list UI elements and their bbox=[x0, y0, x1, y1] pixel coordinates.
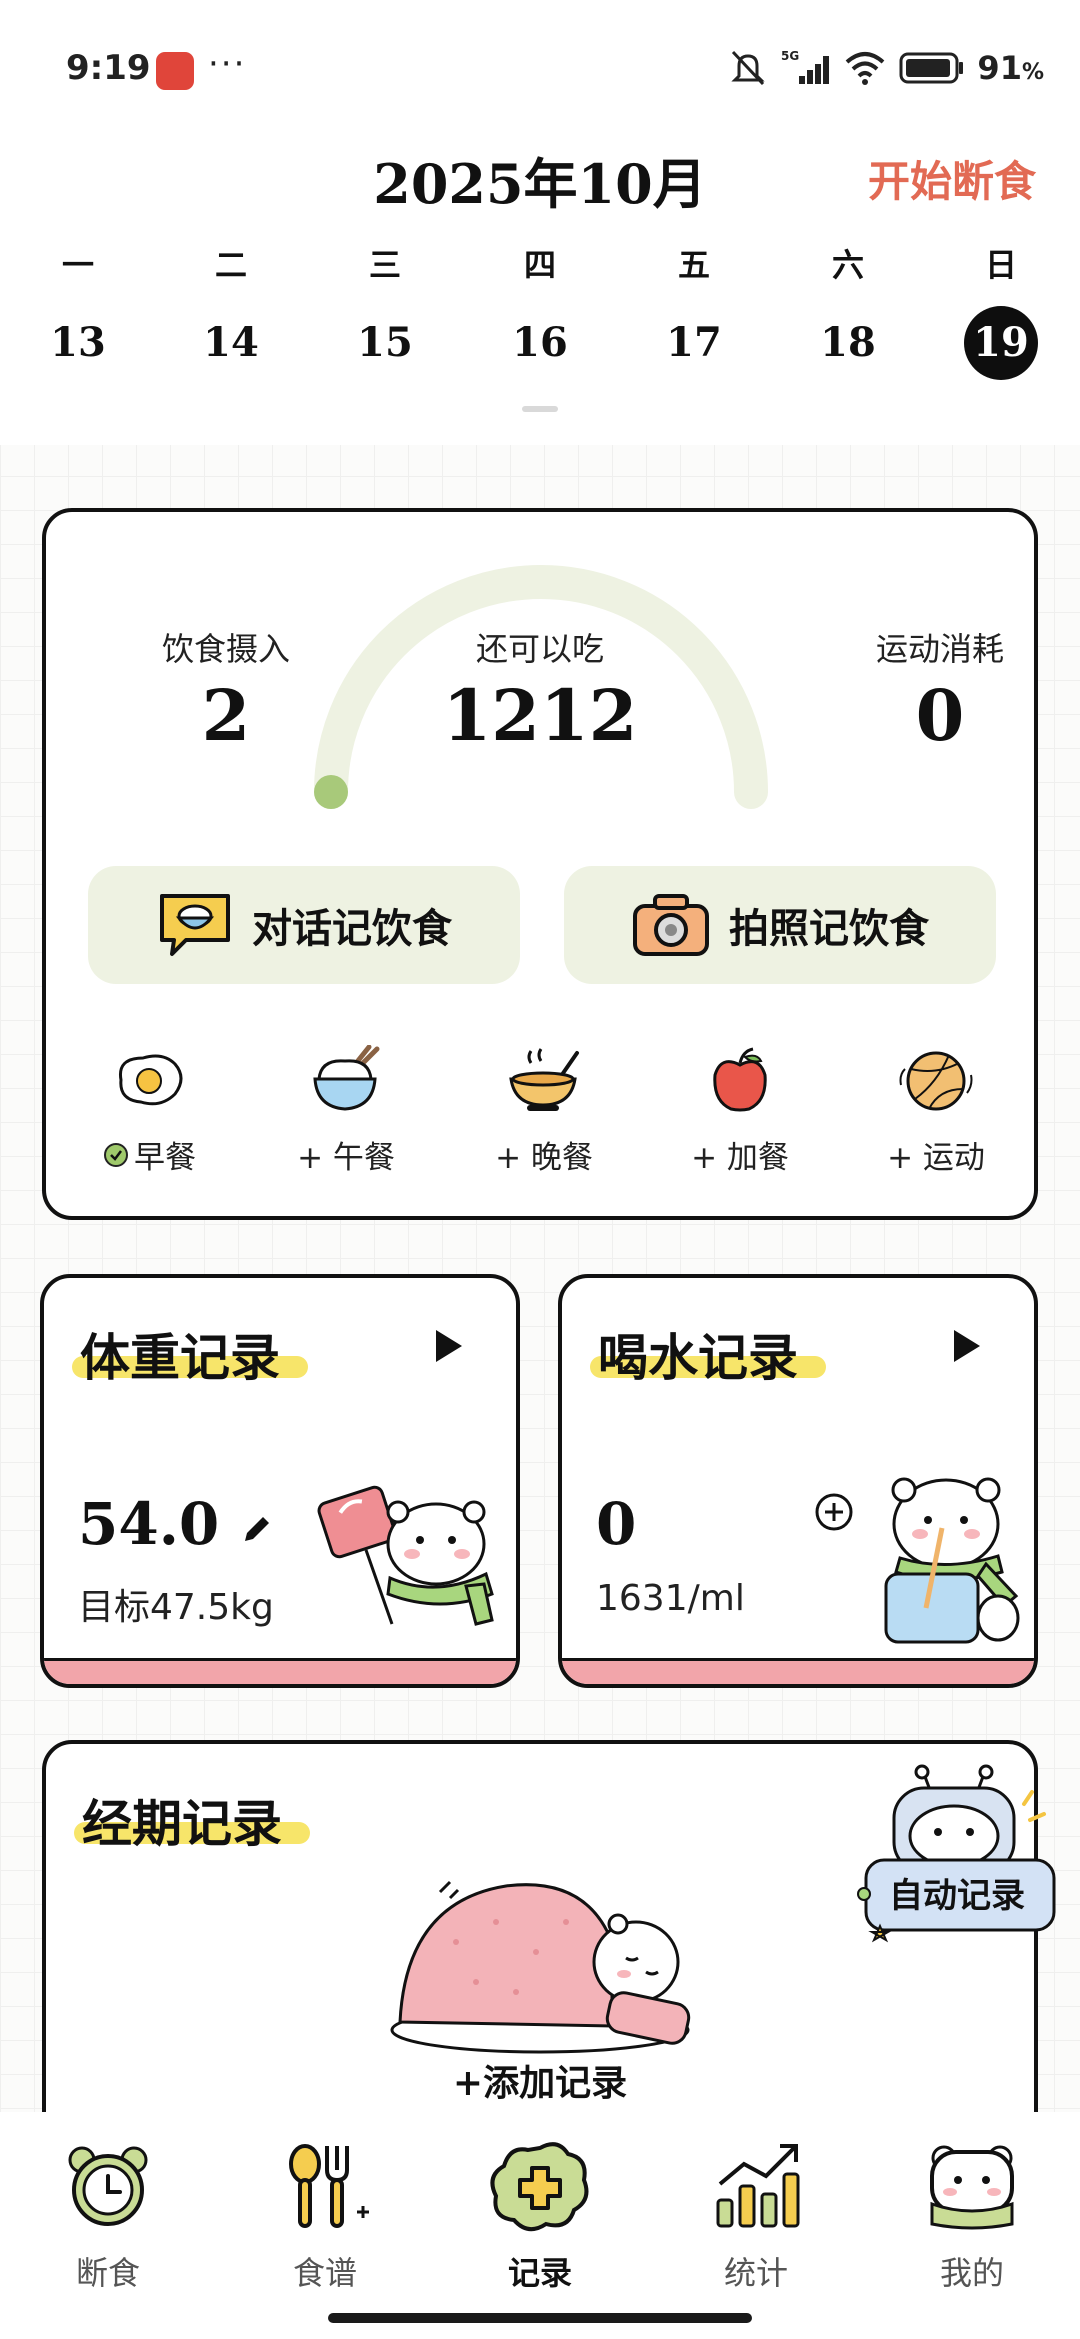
checked-icon bbox=[104, 1142, 128, 1167]
nav-tab-record[interactable]: 记录 bbox=[470, 2136, 610, 2294]
nav-tab-fasting[interactable]: 断食 bbox=[38, 2136, 178, 2294]
date-cell[interactable]: 13 bbox=[38, 306, 118, 380]
bottom-navigation: 断食 食谱 记录 统计 我的 bbox=[0, 2112, 1080, 2339]
play-arrow-icon[interactable] bbox=[434, 1328, 464, 1364]
nav-label: 我的 bbox=[939, 2254, 1004, 2292]
auto-record-badge[interactable]: 自动记录 bbox=[872, 1868, 1042, 1917]
add-water-icon[interactable] bbox=[814, 1492, 854, 1532]
home-indicator[interactable] bbox=[328, 2313, 752, 2323]
weekday-label: 二 bbox=[214, 246, 247, 284]
spoon-fork-icon bbox=[289, 2144, 369, 2228]
date-cell-selected[interactable]: 19 bbox=[964, 306, 1038, 380]
apple-icon bbox=[713, 1047, 767, 1112]
card-pink-strip bbox=[44, 1658, 516, 1684]
wifi-icon bbox=[846, 52, 885, 85]
period-card-title: 经期记录 bbox=[82, 1794, 282, 1853]
add-period-record-button[interactable]: +添加记录 bbox=[46, 2054, 1034, 2106]
calorie-summary-card: 饮食摄入 2 还可以吃 1212 运动消耗 0 对话记饮食 拍照记饮食 早餐 +… bbox=[42, 508, 1038, 1220]
add-record-icon bbox=[490, 2142, 589, 2232]
nav-label: 记录 bbox=[507, 2254, 572, 2292]
bear-with-scale-illustration bbox=[317, 1485, 494, 1626]
rice-bowl-icon bbox=[313, 1045, 380, 1111]
water-card-title: 喝水记录 bbox=[598, 1328, 798, 1387]
mute-icon bbox=[731, 50, 766, 86]
weekday-label: 五 bbox=[677, 246, 710, 284]
calorie-gauge bbox=[314, 565, 768, 809]
meal-snack[interactable]: + 加餐 bbox=[660, 1040, 820, 1177]
status-icons: 5G 91% bbox=[727, 46, 1044, 90]
meal-breakfast[interactable]: 早餐 bbox=[70, 1040, 230, 1177]
gauge-progress-dot bbox=[314, 775, 348, 809]
weekday-label: 四 bbox=[523, 246, 556, 284]
intake-value: 2 bbox=[201, 674, 251, 757]
start-fasting-button[interactable]: 开始断食 bbox=[868, 148, 1036, 209]
weekday-label: 日 bbox=[984, 246, 1017, 284]
sleeping-bear-illustration bbox=[390, 1880, 691, 2054]
bear-drinking-illustration bbox=[884, 1477, 1020, 1644]
weight-card-title: 体重记录 bbox=[80, 1328, 280, 1387]
nav-tab-profile[interactable]: 我的 bbox=[902, 2136, 1042, 2294]
meal-label: + 晚餐 bbox=[495, 1140, 593, 1176]
photo-log-label: 拍照记饮食 bbox=[729, 906, 929, 952]
bear-avatar-icon bbox=[930, 2145, 1014, 2230]
nav-label: 食谱 bbox=[292, 2254, 357, 2292]
alarm-clock-icon bbox=[68, 2146, 148, 2226]
exercise-value: 0 bbox=[915, 674, 965, 757]
remaining-value: 1212 bbox=[442, 674, 638, 757]
water-record-card[interactable]: 喝水记录 0 1631/ml bbox=[558, 1274, 1038, 1688]
meal-lunch[interactable]: + 午餐 bbox=[266, 1040, 426, 1177]
nav-label: 统计 bbox=[723, 2254, 788, 2292]
weight-target: 目标47.5kg bbox=[78, 1587, 274, 1628]
date-cell[interactable]: 16 bbox=[500, 306, 580, 380]
water-target: 1631/ml bbox=[596, 1578, 745, 1619]
weight-record-card[interactable]: 体重记录 54.0 目标47.5kg bbox=[40, 1274, 520, 1688]
bar-chart-icon bbox=[716, 2144, 800, 2228]
basketball-icon bbox=[899, 1051, 973, 1111]
weekday-label: 六 bbox=[831, 246, 864, 284]
soup-bowl-icon bbox=[509, 1048, 579, 1111]
water-value: 0 bbox=[596, 1490, 637, 1558]
meal-label: 早餐 bbox=[134, 1140, 196, 1176]
weekday-label: 三 bbox=[368, 246, 401, 284]
meal-exercise[interactable]: + 运动 bbox=[856, 1040, 1016, 1177]
meal-dinner[interactable]: + 晚餐 bbox=[464, 1040, 624, 1177]
date-cell[interactable]: 14 bbox=[191, 306, 271, 380]
chat-log-label: 对话记饮食 bbox=[252, 906, 452, 952]
signal-icon: 5G bbox=[781, 49, 830, 84]
date-cell[interactable]: 18 bbox=[808, 306, 888, 380]
battery-icon bbox=[899, 52, 964, 84]
nav-label: 断食 bbox=[75, 2254, 140, 2292]
edit-pencil-icon[interactable] bbox=[239, 1511, 275, 1547]
meal-label: + 运动 bbox=[887, 1140, 985, 1176]
app-notification-icon bbox=[156, 52, 194, 90]
camera-icon bbox=[633, 894, 709, 956]
network-type: 5G bbox=[781, 49, 799, 63]
nav-tab-recipes[interactable]: 食谱 bbox=[255, 2136, 395, 2294]
drag-handle[interactable] bbox=[522, 406, 558, 412]
meal-label: + 午餐 bbox=[297, 1140, 395, 1176]
photo-log-food-button[interactable]: 拍照记饮食 bbox=[564, 866, 996, 984]
meal-label: + 加餐 bbox=[691, 1140, 789, 1176]
fried-egg-icon bbox=[118, 1054, 183, 1106]
nav-tab-stats[interactable]: 统计 bbox=[686, 2136, 826, 2294]
weight-value[interactable]: 54.0 bbox=[78, 1490, 275, 1558]
exercise-label: 运动消耗 bbox=[875, 630, 1004, 668]
remaining-label: 还可以吃 bbox=[475, 630, 604, 668]
chat-log-food-button[interactable]: 对话记饮食 bbox=[88, 866, 520, 984]
weekday-label: 一 bbox=[61, 246, 94, 284]
chat-bubble-rice-icon bbox=[160, 894, 230, 956]
date-cell[interactable]: 17 bbox=[654, 306, 734, 380]
play-arrow-icon[interactable] bbox=[952, 1328, 982, 1364]
intake-label: 饮食摄入 bbox=[161, 630, 290, 668]
robot-bear-badge-illustration bbox=[857, 1764, 1056, 1943]
battery-level: 91% bbox=[977, 49, 1044, 87]
more-notifications-icon: ··· bbox=[208, 44, 247, 84]
status-time: 9:19 bbox=[66, 48, 151, 88]
header-area: 9:19 ··· 5G 91% 2025年10月 开始断食 一 二 三 四 五 … bbox=[0, 0, 1080, 445]
card-pink-strip bbox=[562, 1658, 1034, 1684]
date-cell[interactable]: 15 bbox=[345, 306, 425, 380]
